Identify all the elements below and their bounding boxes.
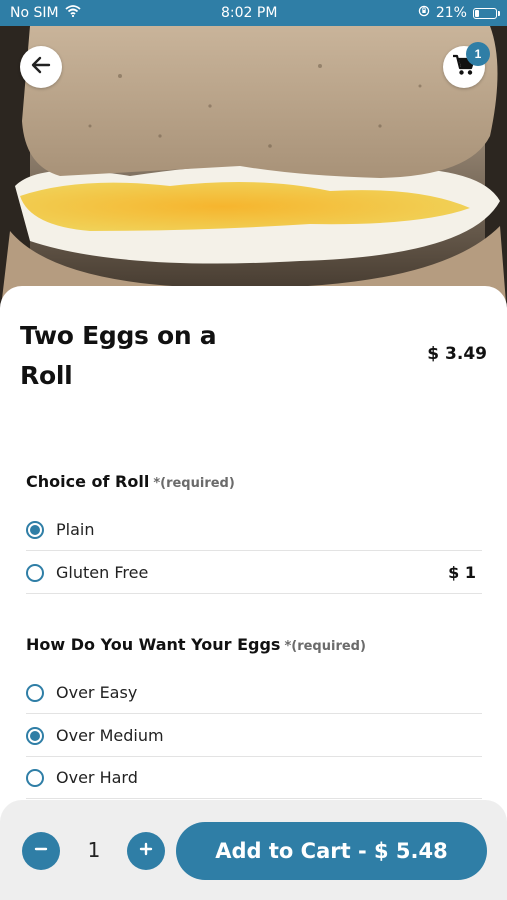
wifi-icon <box>65 5 81 21</box>
option-price: $ 1 <box>448 563 476 582</box>
back-button[interactable] <box>20 46 62 88</box>
carrier-label: No SIM <box>10 5 59 21</box>
radio-unselected-icon[interactable] <box>26 768 44 787</box>
option-label: Over Medium <box>56 726 164 745</box>
option-label: Gluten Free <box>56 563 149 582</box>
quantity-value: 1 <box>87 838 101 862</box>
item-title: Two Eggs on a Roll <box>20 321 217 390</box>
battery-level <box>474 9 479 17</box>
radio-unselected-icon[interactable] <box>26 563 44 582</box>
radio-unselected-icon[interactable] <box>26 683 44 702</box>
status-left: No SIM <box>10 5 81 21</box>
section-title-label: How Do You Want Your Eggs <box>26 635 281 654</box>
option-label: Over Hard <box>56 768 138 787</box>
option-over-hard[interactable]: Over Hard <box>26 757 482 799</box>
status-time: 8:02 PM <box>221 5 278 21</box>
status-right: 21% <box>418 5 500 21</box>
option-over-easy[interactable]: Over Easy <box>26 672 482 714</box>
plus-icon <box>138 841 154 861</box>
required-label: *(required) <box>284 639 366 654</box>
section-title-eggs: How Do You Want Your Eggs *(required) <box>26 635 366 654</box>
arrow-left-icon <box>30 54 52 80</box>
egg-roll-image <box>0 26 507 316</box>
item-photo <box>0 26 507 316</box>
radio-selected-icon[interactable] <box>26 726 44 745</box>
status-bar: No SIM 8:02 PM 21% <box>0 0 507 26</box>
item-price: $ 3.49 <box>427 344 487 364</box>
option-over-medium[interactable]: Over Medium <box>26 715 482 757</box>
section-title-roll: Choice of Roll *(required) <box>26 472 235 491</box>
battery-icon <box>472 7 500 19</box>
required-label: *(required) <box>153 476 235 491</box>
option-plain[interactable]: Plain <box>26 509 482 551</box>
battery-percent: 21% <box>435 5 467 21</box>
radio-selected-icon[interactable] <box>26 520 44 539</box>
option-label: Plain <box>56 520 95 539</box>
option-label: Over Easy <box>56 683 138 702</box>
increase-quantity-button[interactable] <box>127 832 165 870</box>
option-gluten-free[interactable]: Gluten Free $ 1 <box>26 552 482 594</box>
cart-count-badge: 1 <box>466 42 490 66</box>
add-to-cart-button[interactable]: Add to Cart - $ 5.48 <box>176 822 487 880</box>
orientation-lock-icon <box>418 5 430 21</box>
minus-icon <box>33 841 49 861</box>
bottom-action-bar: 1 Add to Cart - $ 5.48 <box>0 800 507 900</box>
section-title-label: Choice of Roll <box>26 472 150 491</box>
decrease-quantity-button[interactable] <box>22 832 60 870</box>
